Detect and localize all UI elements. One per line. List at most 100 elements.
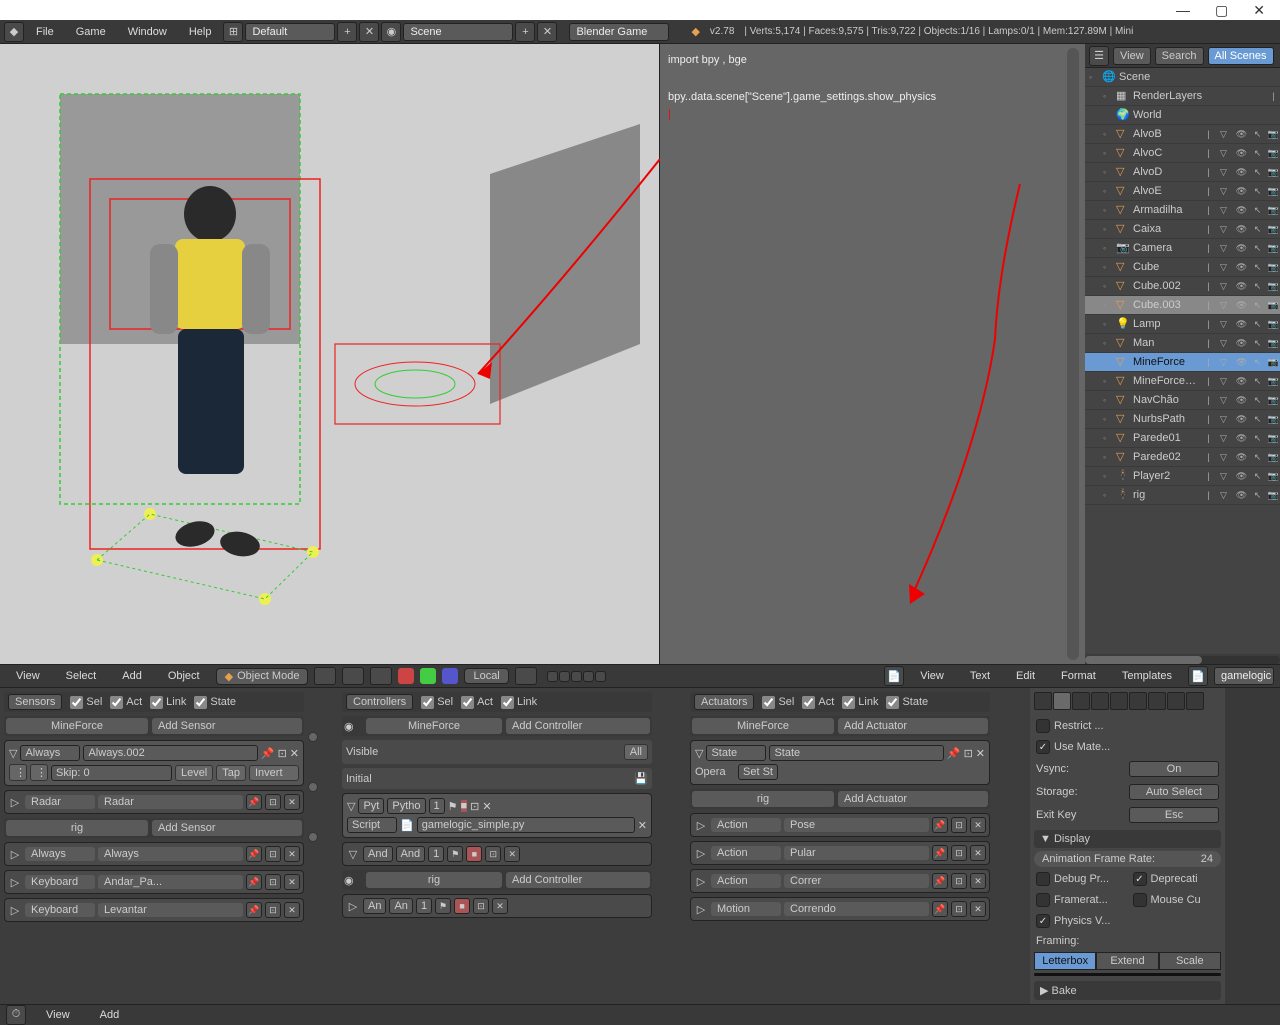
debug-props-checkbox[interactable] bbox=[1036, 872, 1050, 886]
letterbox-button[interactable]: Letterbox bbox=[1034, 952, 1096, 970]
sensor-keyboard[interactable]: ▷KeyboardLevantar📌⊡✕ bbox=[4, 898, 304, 922]
pivot-icon[interactable] bbox=[342, 667, 364, 685]
tree-row[interactable]: ◦💡Lamp|▽👁↖📷 bbox=[1085, 315, 1280, 334]
actuator-action[interactable]: ▷ActionPular📌⊡✕ bbox=[690, 841, 990, 865]
manipulator-icon[interactable] bbox=[370, 667, 392, 685]
connection-socket[interactable] bbox=[308, 782, 318, 792]
render-tab-icon[interactable] bbox=[1034, 692, 1052, 710]
tree-row[interactable]: ◦▽Cube.003|▽👁↖📷 bbox=[1085, 296, 1280, 315]
tree-row[interactable]: ◦▽Cube|▽👁↖📷 bbox=[1085, 258, 1280, 277]
add-sensor-button[interactable]: Add Sensor bbox=[152, 820, 302, 836]
tree-row[interactable]: ◦▽NurbsPath|▽👁↖📷 bbox=[1085, 410, 1280, 429]
mouse-cursor-checkbox[interactable] bbox=[1133, 893, 1147, 907]
restrict-checkbox[interactable] bbox=[1036, 719, 1050, 733]
delete-icon[interactable]: ✕ bbox=[290, 747, 299, 760]
act-checkbox[interactable] bbox=[461, 696, 474, 709]
sensor-radar[interactable]: ▷RadarRadar📌⊡✕ bbox=[4, 790, 304, 814]
sel-checkbox[interactable] bbox=[70, 696, 83, 709]
tree-row[interactable]: ◦▽Caixa|▽👁↖📷 bbox=[1085, 220, 1280, 239]
editor-type-icon[interactable]: ⏱ bbox=[6, 1005, 26, 1025]
render-layers-tab-icon[interactable] bbox=[1053, 692, 1071, 710]
outliner-tree[interactable]: ◦🌐Scene◦▦RenderLayers|🌍World◦▽AlvoB|▽👁↖📷… bbox=[1085, 68, 1280, 654]
axis-x-icon[interactable] bbox=[398, 668, 414, 684]
pin-icon[interactable]: 📌 bbox=[261, 747, 275, 760]
close-icon[interactable]: ✕ bbox=[1253, 2, 1265, 19]
tap-button[interactable]: Tap bbox=[216, 765, 246, 781]
connection-socket[interactable] bbox=[308, 832, 318, 842]
footer-view[interactable]: View bbox=[36, 1006, 80, 1024]
vp-select[interactable]: Select bbox=[56, 667, 107, 685]
add-sensor-button[interactable]: Add Sensor bbox=[152, 718, 302, 734]
vp-object[interactable]: Object bbox=[158, 667, 210, 685]
pulse-false-icon[interactable]: ⋮ bbox=[30, 764, 48, 781]
all-button[interactable]: All bbox=[624, 744, 648, 760]
menu-help[interactable]: Help bbox=[179, 23, 222, 41]
display-solid-icon[interactable] bbox=[314, 667, 336, 685]
scene-dropdown[interactable]: Scene bbox=[403, 23, 513, 41]
axis-y-icon[interactable] bbox=[420, 668, 436, 684]
add-controller-button[interactable]: Add Controller bbox=[506, 872, 650, 888]
actuator-motion[interactable]: ▷MotionCorrendo📌⊡✕ bbox=[690, 897, 990, 921]
editor-type-icon[interactable]: ☰ bbox=[1089, 46, 1109, 66]
delete-scene-button[interactable]: ✕ bbox=[537, 22, 557, 42]
bake-panel-header[interactable]: ▶ Bake bbox=[1034, 981, 1221, 1000]
state-checkbox[interactable] bbox=[194, 696, 207, 709]
controller-and[interactable]: ▷AnAn1⚑■⊡✕ bbox=[342, 894, 652, 918]
add-layout-button[interactable]: + bbox=[337, 22, 357, 42]
tree-row[interactable]: ◦🕴rig|▽👁↖📷 bbox=[1085, 486, 1280, 505]
scale-button[interactable]: Scale bbox=[1159, 952, 1221, 970]
tree-row[interactable]: ◦▽NavChão|▽👁↖📷 bbox=[1085, 391, 1280, 410]
tree-row[interactable]: ◦▦RenderLayers| bbox=[1085, 87, 1280, 106]
anim-fps-field[interactable]: 24 bbox=[1201, 853, 1213, 865]
vsync-dropdown[interactable]: On bbox=[1129, 761, 1219, 777]
txt-view[interactable]: View bbox=[910, 667, 954, 685]
mode-dropdown[interactable]: ◆Object Mode bbox=[216, 668, 309, 685]
tree-row[interactable]: ◦▽Cube.002|▽👁↖📷 bbox=[1085, 277, 1280, 296]
tree-row[interactable]: ◦▽Parede01|▽👁↖📷 bbox=[1085, 429, 1280, 448]
tree-row[interactable]: ◦▽MineForce|▽👁↖📷 bbox=[1085, 353, 1280, 372]
scene-tab-icon[interactable] bbox=[1072, 692, 1090, 710]
menu-file[interactable]: File bbox=[26, 23, 64, 41]
store-icon[interactable]: 💾 bbox=[634, 772, 648, 785]
txt-format[interactable]: Format bbox=[1051, 667, 1106, 685]
outliner-search[interactable]: Search bbox=[1155, 47, 1204, 65]
tree-row[interactable]: 🌍World bbox=[1085, 106, 1280, 125]
tree-row[interactable]: ◦▽Armadilha|▽👁↖📷 bbox=[1085, 201, 1280, 220]
deprecation-checkbox[interactable] bbox=[1133, 872, 1147, 886]
add-controller-button[interactable]: Add Controller bbox=[506, 718, 650, 734]
actuator-action[interactable]: ▷ActionCorrer📌⊡✕ bbox=[690, 869, 990, 893]
pulse-true-icon[interactable]: ⋮ bbox=[9, 764, 27, 781]
tree-row[interactable]: ◦🌐Scene bbox=[1085, 68, 1280, 87]
orientation-dropdown[interactable]: Local bbox=[464, 668, 508, 684]
engine-dropdown[interactable]: Blender Game bbox=[569, 23, 669, 41]
move-icon[interactable]: ⊡ bbox=[278, 747, 287, 760]
link-checkbox[interactable] bbox=[150, 696, 163, 709]
text-datablock-icon[interactable]: 📄 bbox=[1188, 666, 1208, 686]
menu-game[interactable]: Game bbox=[66, 23, 116, 41]
material-tab-icon[interactable] bbox=[1186, 692, 1204, 710]
controllers-dropdown[interactable]: Controllers bbox=[346, 694, 413, 710]
text-file-dropdown[interactable]: gamelogic bbox=[1214, 667, 1274, 685]
layer-buttons[interactable] bbox=[547, 671, 606, 682]
tree-row[interactable]: ◦🕴Player2|▽👁↖📷 bbox=[1085, 467, 1280, 486]
txt-text[interactable]: Text bbox=[960, 667, 1000, 685]
menu-window[interactable]: Window bbox=[118, 23, 177, 41]
tree-row[interactable]: ◦▽AlvoE|▽👁↖📷 bbox=[1085, 182, 1280, 201]
footer-add[interactable]: Add bbox=[90, 1006, 130, 1024]
actuators-dropdown[interactable]: Actuators bbox=[694, 694, 754, 710]
3d-viewport[interactable] bbox=[0, 44, 660, 664]
txt-edit[interactable]: Edit bbox=[1006, 667, 1045, 685]
scene-icon[interactable]: ◉ bbox=[381, 22, 401, 42]
scrollbar[interactable] bbox=[1067, 48, 1079, 660]
object-tab-icon[interactable] bbox=[1110, 692, 1128, 710]
outliner-view[interactable]: View bbox=[1113, 47, 1151, 65]
sensors-dropdown[interactable]: Sensors bbox=[8, 694, 62, 710]
modifier-tab-icon[interactable] bbox=[1148, 692, 1166, 710]
link-checkbox[interactable] bbox=[501, 696, 514, 709]
blender-icon[interactable]: ◆ bbox=[4, 22, 24, 42]
add-actuator-button[interactable]: Add Actuator bbox=[838, 791, 988, 807]
add-scene-button[interactable]: + bbox=[515, 22, 535, 42]
physics-viz-checkbox[interactable] bbox=[1036, 914, 1050, 928]
state-icon[interactable]: ◉ bbox=[344, 874, 362, 887]
tree-row[interactable]: ◦▽AlvoB|▽👁↖📷 bbox=[1085, 125, 1280, 144]
